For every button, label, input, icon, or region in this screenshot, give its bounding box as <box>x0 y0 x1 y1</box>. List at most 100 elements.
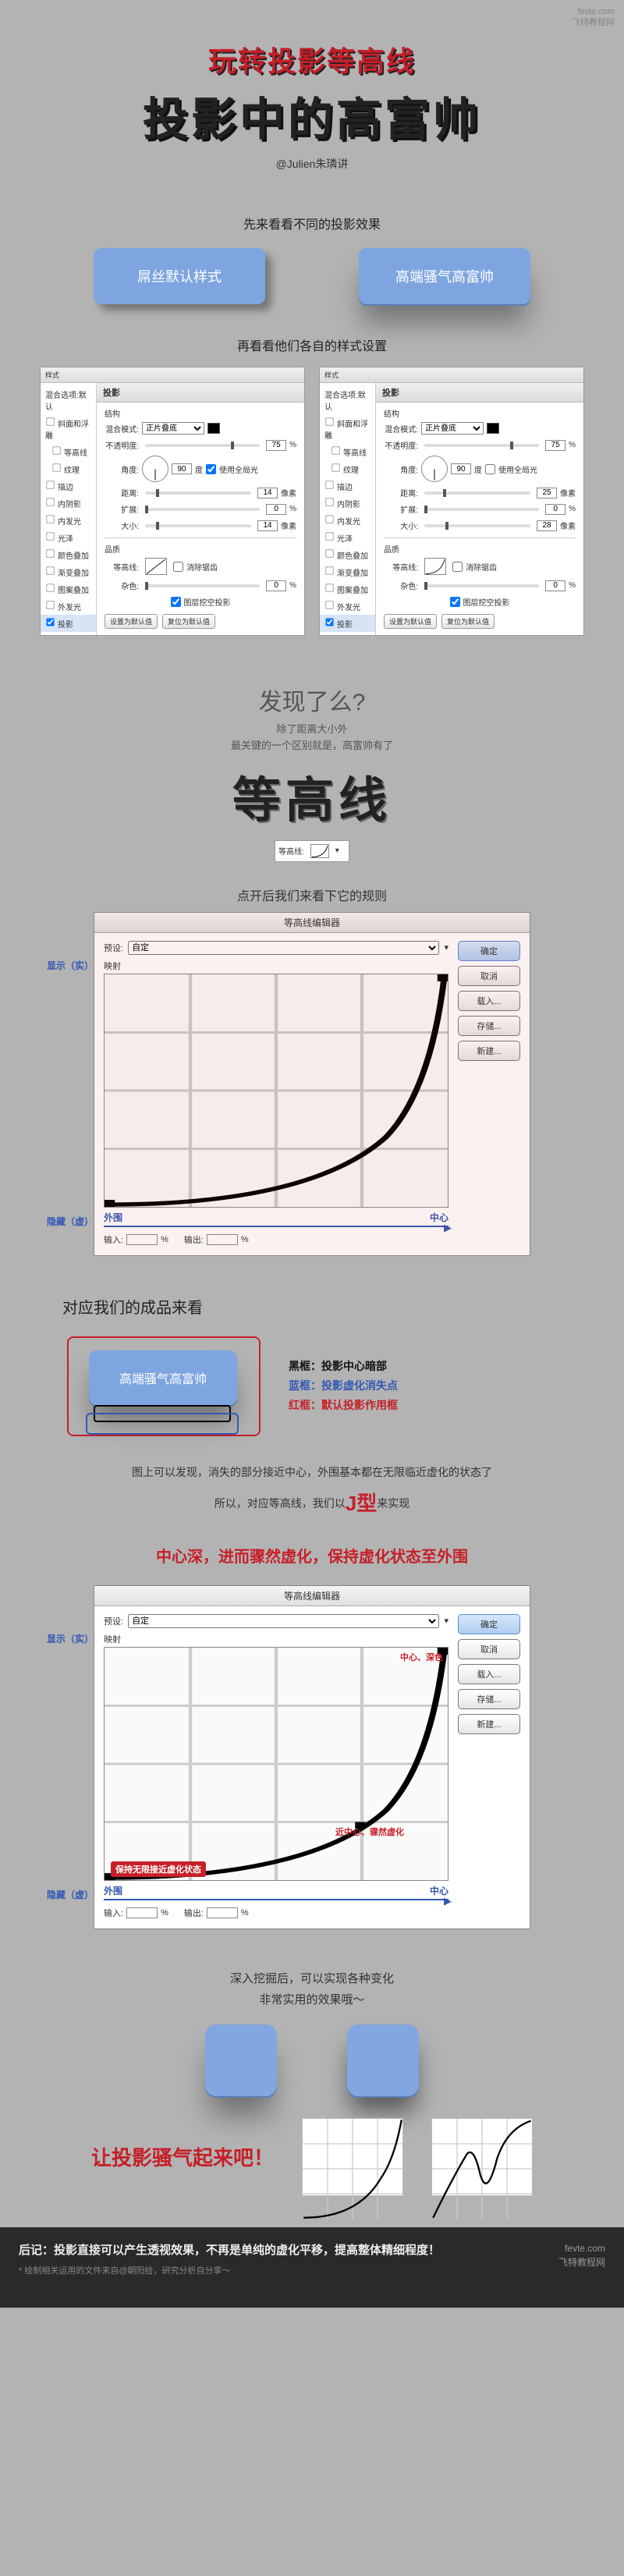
frame-blue <box>86 1413 239 1435</box>
input-field[interactable] <box>126 1234 158 1245</box>
antialias-check[interactable] <box>452 562 463 572</box>
ok-button[interactable]: 确定 <box>458 1614 520 1634</box>
save-button[interactable]: 存储... <box>458 1016 520 1036</box>
opacity-input[interactable] <box>266 440 286 451</box>
blend-mode-select[interactable]: 正片叠底 <box>421 422 484 435</box>
color-swatch[interactable] <box>487 423 499 434</box>
side-item[interactable]: 内阴影 <box>320 495 375 512</box>
structure-label: 结构 <box>105 407 296 419</box>
side-item[interactable]: 光泽 <box>320 529 375 546</box>
global-light-check[interactable] <box>206 464 216 474</box>
knockout-check[interactable] <box>171 597 181 607</box>
side-item[interactable]: 内阴影 <box>41 495 96 512</box>
side-item[interactable]: 外发光 <box>320 598 375 615</box>
gear-icon[interactable]: ▾ <box>444 942 448 953</box>
output-field[interactable] <box>207 1907 238 1918</box>
cancel-button[interactable]: 取消 <box>458 966 520 986</box>
side-item[interactable]: 描边 <box>320 477 375 495</box>
footer: fevte.com飞特教程网 后记：投影直接可以产生透视效果，不再是单纯的虚化平… <box>0 2227 624 2308</box>
final-row: 让投影骚气起来吧！ <box>0 2118 624 2196</box>
big-contour-text: 等高线 <box>0 761 624 831</box>
noise-input[interactable] <box>266 580 286 591</box>
ok-button[interactable]: 确定 <box>458 941 520 961</box>
reset-default-button[interactable]: 复位为默认值 <box>441 614 495 629</box>
set-default-button[interactable]: 设置为默认值 <box>105 614 158 629</box>
angle-input[interactable] <box>172 463 192 474</box>
angle-dial[interactable] <box>421 456 448 482</box>
distance-input[interactable] <box>537 488 557 499</box>
reset-default-button[interactable]: 复位为默认值 <box>162 614 215 629</box>
result-button: 高端骚气高富帅 <box>89 1350 237 1405</box>
size-input[interactable] <box>537 520 557 531</box>
side-item[interactable]: 图案叠加 <box>320 580 375 598</box>
side-item[interactable]: 纹理 <box>41 460 96 477</box>
side-item[interactable]: 颜色叠加 <box>320 546 375 563</box>
preset-select[interactable]: 自定 <box>128 941 439 955</box>
knockout-check[interactable] <box>450 597 460 607</box>
red-summary: 中心深，进而骤然虚化，保持虚化状态至外围 <box>0 1544 624 1567</box>
spread-input[interactable] <box>266 504 286 515</box>
contour-picker[interactable]: 等高线: ▾ <box>275 840 349 862</box>
side-item[interactable]: 内发光 <box>320 512 375 529</box>
color-swatch[interactable] <box>207 423 220 434</box>
preset-select[interactable]: 自定 <box>128 1614 439 1628</box>
noise-input[interactable] <box>545 580 566 591</box>
contour-thumb[interactable] <box>145 558 167 575</box>
new-button[interactable]: 新建... <box>458 1041 520 1061</box>
contour-graph[interactable] <box>104 974 448 1208</box>
side-item[interactable]: 等高线 <box>41 443 96 460</box>
set-default-button[interactable]: 设置为默认值 <box>384 614 437 629</box>
side-item[interactable]: 外发光 <box>41 598 96 615</box>
angle-input[interactable] <box>451 463 471 474</box>
side-item[interactable]: 图案叠加 <box>41 580 96 598</box>
new-button[interactable]: 新建... <box>458 1714 520 1734</box>
load-button[interactable]: 载入... <box>458 1664 520 1684</box>
side-item[interactable]: 斜面和浮雕 <box>320 414 375 443</box>
layer-style-panel-left: 样式 混合选项:默认 斜面和浮雕 等高线 纹理 描边 内阴影 内发光 光泽 颜色… <box>40 367 305 636</box>
gear-icon[interactable]: ▾ <box>444 1616 448 1626</box>
side-item[interactable]: 光泽 <box>41 529 96 546</box>
size-input[interactable] <box>257 520 278 531</box>
opacity-input[interactable] <box>545 440 566 451</box>
side-item[interactable]: 等高线 <box>320 443 375 460</box>
load-button[interactable]: 载入... <box>458 991 520 1011</box>
blend-mode-select[interactable]: 正片叠底 <box>142 422 204 435</box>
side-item[interactable]: 内发光 <box>41 512 96 529</box>
callout-text: 点开后我们来看下它的规则 <box>0 885 624 904</box>
angle-dial[interactable] <box>142 456 168 482</box>
style-side-list: 混合选项:默认 斜面和浮雕 等高线 纹理 描边 内阴影 内发光 光泽 颜色叠加 … <box>41 383 97 635</box>
spread-input[interactable] <box>545 504 566 515</box>
contour-graph[interactable]: 中心、深色 近中心、骤然虚化 保持无限接近虚化状态 <box>104 1647 448 1881</box>
mini-contour-1 <box>302 2118 403 2196</box>
input-field[interactable] <box>126 1907 158 1918</box>
side-item-shadow[interactable]: 投影 <box>41 615 96 632</box>
sample-swatch-1 <box>205 2024 277 2096</box>
cancel-button[interactable]: 取消 <box>458 1639 520 1659</box>
side-item[interactable]: 斜面和浮雕 <box>41 414 96 443</box>
side-item[interactable]: 渐变叠加 <box>320 563 375 580</box>
side-item[interactable]: 混合选项:默认 <box>41 386 96 414</box>
antialias-check[interactable] <box>173 562 183 572</box>
contour-thumb[interactable] <box>424 558 446 575</box>
discover-block: 发现了么? 除了距离大小外最关键的一个区别就是，高富帅有了 等高线 等高线: ▾ <box>0 683 624 862</box>
label-hide: 隐藏（虚） <box>47 1215 90 1228</box>
output-field[interactable] <box>207 1234 238 1245</box>
discover-question: 发现了么? <box>0 683 624 717</box>
mini-contour-2 <box>431 2118 533 2196</box>
annot-keep-blur: 保持无限接近虚化状态 <box>111 1861 206 1877</box>
side-item[interactable]: 混合选项:默认 <box>320 386 375 414</box>
panels-row: 样式 混合选项:默认 斜面和浮雕 等高线 纹理 描边 内阴影 内发光 光泽 颜色… <box>0 367 624 636</box>
quality-label: 品质 <box>105 543 296 555</box>
layer-style-panel-right: 样式 混合选项:默认 斜面和浮雕 等高线 纹理 描边 内阴影 内发光 光泽 颜色… <box>319 367 584 636</box>
side-item-shadow[interactable]: 投影 <box>320 615 375 632</box>
global-light-check[interactable] <box>485 464 495 474</box>
side-item[interactable]: 渐变叠加 <box>41 563 96 580</box>
demo-button-fancy: 高端骚气高富帅 <box>359 248 530 304</box>
save-button[interactable]: 存储... <box>458 1689 520 1709</box>
side-item[interactable]: 颜色叠加 <box>41 546 96 563</box>
side-item[interactable]: 纹理 <box>320 460 375 477</box>
side-item[interactable]: 描边 <box>41 477 96 495</box>
distance-input[interactable] <box>257 488 278 499</box>
panel-body: 投影 结构 混合模式:正片叠底 不透明度:% 角度:度使用全局光 距离:像素 扩… <box>97 383 304 635</box>
contour-editor-1: 显示（实） 隐藏（虚） 等高线编辑器 预设:自定▾ 映射 外围中心 ▶ 输入: … <box>94 912 530 1256</box>
